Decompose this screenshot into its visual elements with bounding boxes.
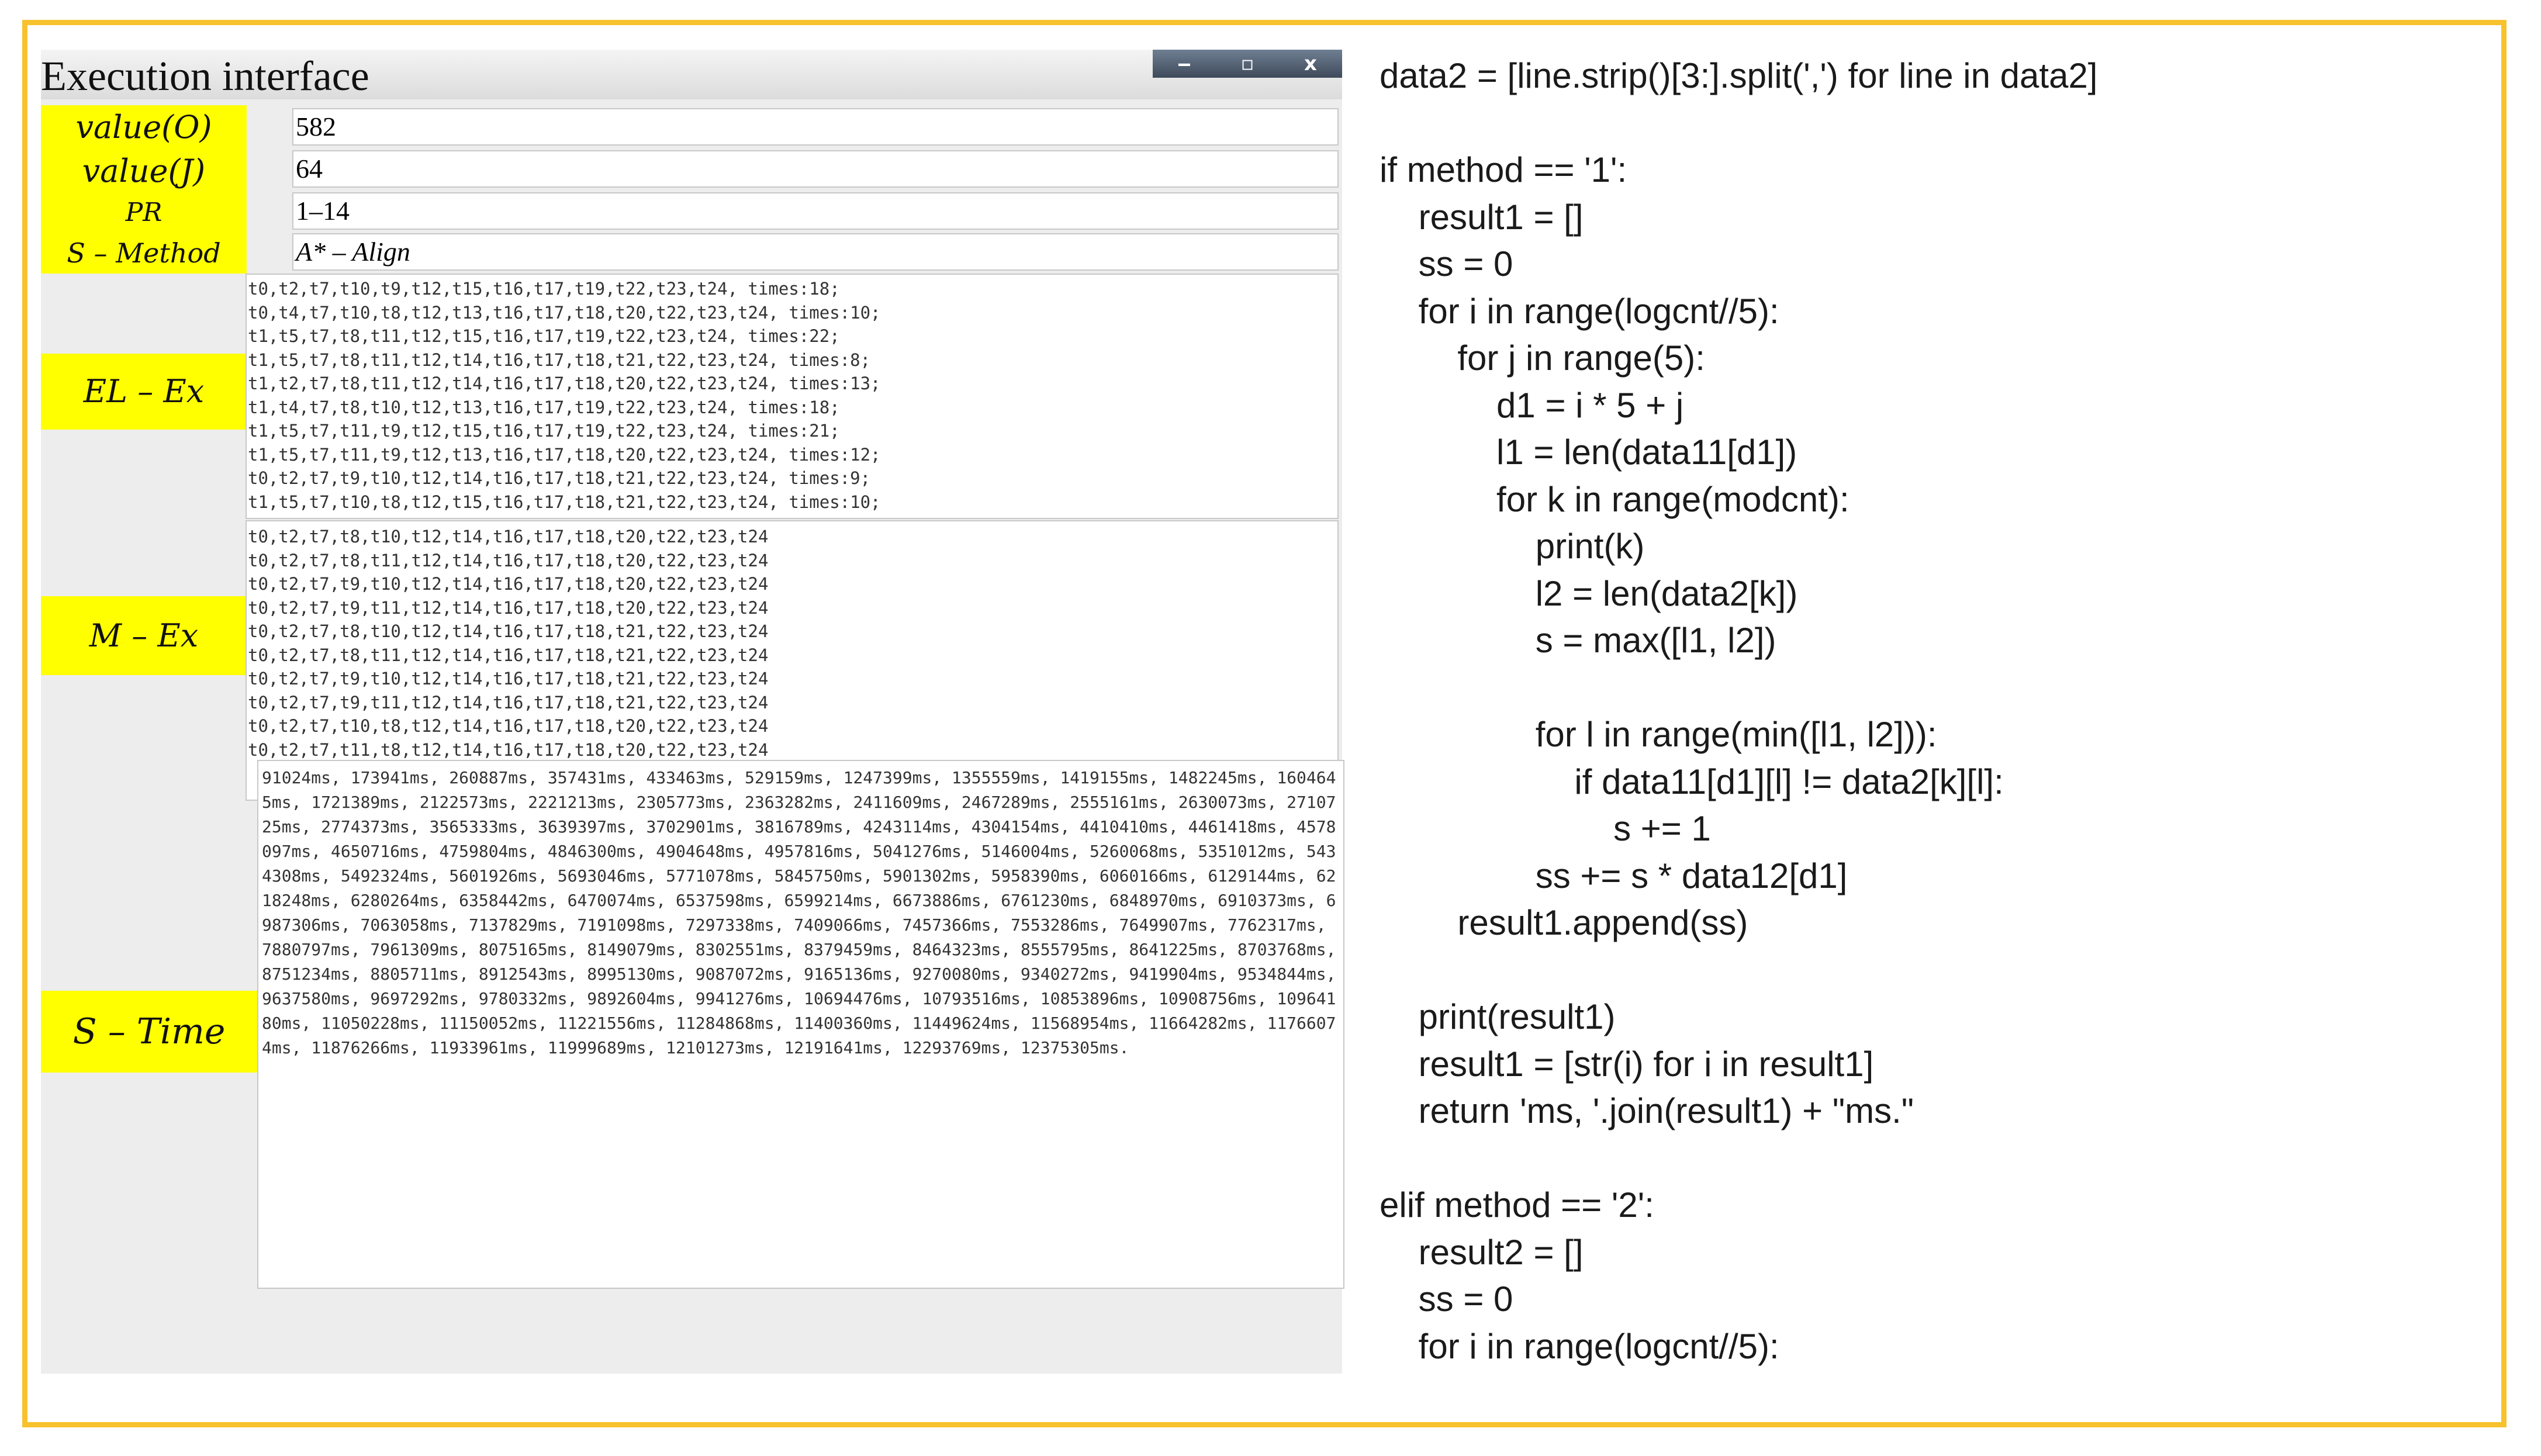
m-ex-line: t0,t2,t7,t8,t11,t12,t14,t16,t17,t18,t20,… xyxy=(248,550,769,570)
close-button[interactable]: x xyxy=(1279,50,1342,78)
s-time-label: S – Time xyxy=(41,991,257,1073)
el-ex-line: t1,t2,t7,t8,t11,t12,t14,t16,t17,t18,t20,… xyxy=(248,373,881,393)
el-ex-line: t1,t5,t7,t8,t11,t12,t15,t16,t17,t19,t22,… xyxy=(248,326,840,346)
m-ex-line: t0,t2,t7,t8,t10,t12,t14,t16,t17,t18,t20,… xyxy=(248,527,769,547)
m-ex-line: t0,t2,t7,t8,t11,t12,t14,t16,t17,t18,t21,… xyxy=(248,645,769,665)
m-ex-line: t0,t2,t7,t9,t11,t12,t14,t16,t17,t18,t21,… xyxy=(248,692,769,713)
title-bar[interactable]: Execution interface ‒ ▫ x xyxy=(41,50,1342,99)
m-ex-line: t0,t2,t7,t11,t8,t12,t14,t16,t17,t18,t20,… xyxy=(248,739,769,760)
el-ex-line: t1,t5,t7,t11,t9,t12,t13,t16,t17,t18,t20,… xyxy=(248,444,881,465)
code-line: for j in range(5): xyxy=(1380,338,1705,378)
pr-label: PR xyxy=(41,193,247,233)
code-line: ss = 0 xyxy=(1380,244,1513,283)
code-line: result1 = [str(i) for i in result1] xyxy=(1380,1044,1874,1084)
code-line: ss = 0 xyxy=(1380,1279,1513,1319)
el-ex-line: t1,t5,t7,t10,t8,t12,t15,t16,t17,t18,t21,… xyxy=(248,492,881,512)
m-ex-output[interactable]: t0,t2,t7,t8,t10,t12,t14,t16,t17,t18,t20,… xyxy=(246,520,1339,801)
code-line: if method == '1': xyxy=(1380,150,1627,189)
value-j-label: value(J) xyxy=(41,149,247,193)
code-line: l2 = len(data2[k]) xyxy=(1380,573,1798,613)
el-ex-line: t1,t5,t7,t11,t9,t12,t15,t16,t17,t19,t22,… xyxy=(248,421,840,441)
code-line: result2 = [] xyxy=(1380,1232,1584,1272)
code-line: for i in range(logcnt//5): xyxy=(1380,1326,1779,1366)
minimize-button[interactable]: ‒ xyxy=(1153,50,1216,78)
code-line: result1.append(ss) xyxy=(1380,903,1748,942)
code-line: elif method == '2': xyxy=(1380,1185,1654,1225)
el-ex-output[interactable]: t0,t2,t7,t10,t9,t12,t15,t16,t17,t19,t22,… xyxy=(246,274,1339,519)
el-ex-label: EL – Ex xyxy=(41,354,247,430)
code-listing: data2 = [line.strip()[3:].split(',') for… xyxy=(1380,53,2097,1370)
window-controls: ‒ ▫ x xyxy=(1153,50,1342,78)
code-line: for k in range(modcnt): xyxy=(1380,479,1849,519)
code-line: s = max([l1, l2]) xyxy=(1380,621,1776,660)
m-ex-line: t0,t2,t7,t9,t10,t12,t14,t16,t17,t18,t21,… xyxy=(248,669,769,689)
el-ex-line: t0,t2,t7,t10,t9,t12,t15,t16,t17,t19,t22,… xyxy=(248,279,840,299)
value-j-field[interactable]: 64 xyxy=(292,150,1339,188)
code-line: d1 = i * 5 + j xyxy=(1380,385,1684,425)
s-method-label: S – Method xyxy=(41,233,247,274)
code-line: print(k) xyxy=(1380,527,1645,566)
code-line: result1 = [] xyxy=(1380,197,1584,237)
m-ex-line: t0,t2,t7,t10,t8,t12,t14,t16,t17,t18,t20,… xyxy=(248,716,769,736)
code-line: return 'ms, '.join(result1) + "ms." xyxy=(1380,1091,1914,1130)
code-line: print(result1) xyxy=(1380,997,1616,1036)
el-ex-line: t1,t5,t7,t8,t11,t12,t14,t16,t17,t18,t21,… xyxy=(248,350,871,370)
code-line: data2 = [line.strip()[3:].split(',') for… xyxy=(1380,56,2098,95)
el-ex-line: t0,t4,t7,t10,t8,t12,t13,t16,t17,t18,t20,… xyxy=(248,302,881,323)
maximize-button[interactable]: ▫ xyxy=(1216,50,1279,78)
code-line: l1 = len(data11[d1]) xyxy=(1380,433,1797,472)
el-ex-line: t1,t4,t7,t8,t10,t12,t13,t16,t17,t19,t22,… xyxy=(248,397,840,417)
code-line: for l in range(min([l1, l2])): xyxy=(1380,715,1937,754)
code-line: ss += s * data12[d1] xyxy=(1380,856,1848,895)
execution-window: Execution interface ‒ ▫ x value(O) value… xyxy=(41,50,1344,1374)
code-line: if data11[d1][l] != data2[k][l]: xyxy=(1380,762,2004,801)
m-ex-label: M – Ex xyxy=(41,596,247,675)
value-o-label: value(O) xyxy=(41,105,247,149)
el-ex-line: t0,t2,t7,t9,t10,t12,t14,t16,t17,t18,t21,… xyxy=(248,468,871,488)
window-title: Execution interface xyxy=(41,53,369,99)
value-o-field[interactable]: 582 xyxy=(292,108,1339,146)
code-line: s += 1 xyxy=(1380,809,1711,848)
s-method-field[interactable]: A* – Align xyxy=(292,233,1339,271)
m-ex-line: t0,t2,t7,t9,t10,t12,t14,t16,t17,t18,t20,… xyxy=(248,574,769,594)
m-ex-line: t0,t2,t7,t8,t10,t12,t14,t16,t17,t18,t21,… xyxy=(248,621,769,641)
code-line: for i in range(logcnt//5): xyxy=(1380,291,1779,331)
pr-field[interactable]: 1–14 xyxy=(292,192,1339,230)
s-time-output[interactable]: 91024ms, 173941ms, 260887ms, 357431ms, 4… xyxy=(257,760,1344,1289)
m-ex-line: t0,t2,t7,t9,t11,t12,t14,t16,t17,t18,t20,… xyxy=(248,597,769,618)
